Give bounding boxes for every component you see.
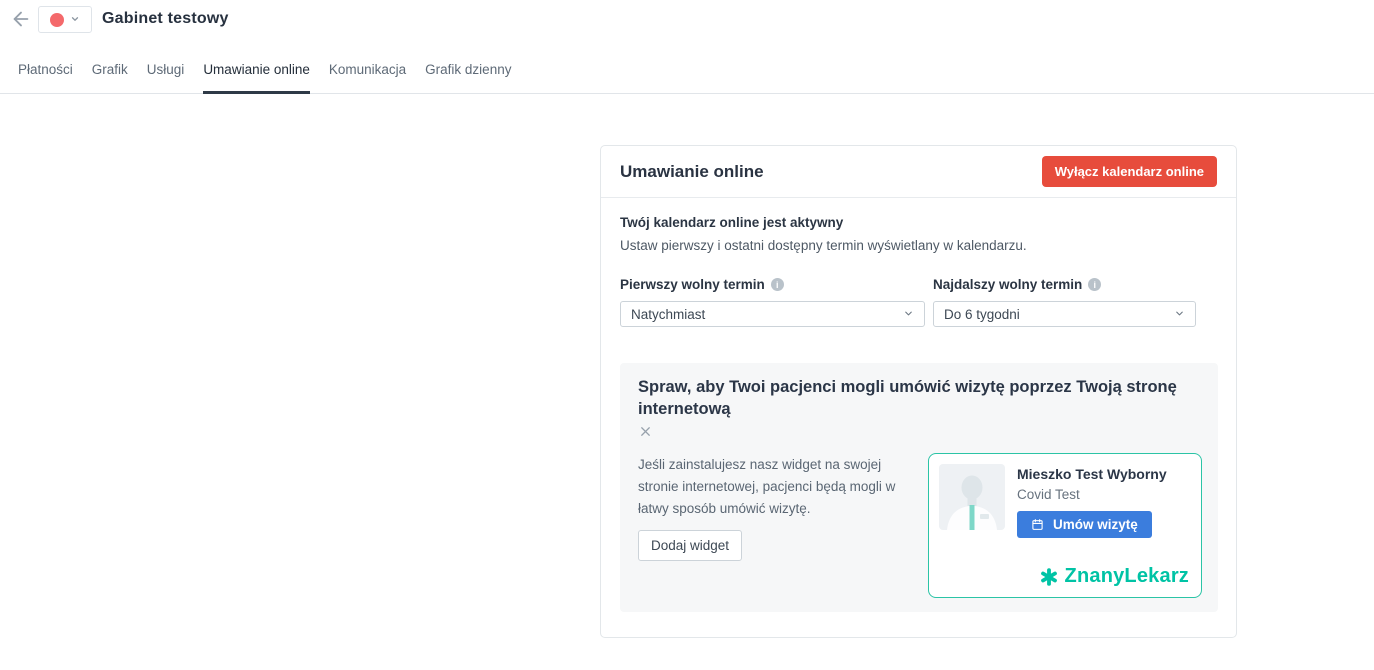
widget-doctor-info: Mieszko Test Wyborny Covid Test Umów wiz… <box>1017 464 1167 538</box>
book-visit-label: Umów wizytę <box>1053 517 1138 532</box>
tab-grafik[interactable]: Grafik <box>92 52 128 94</box>
close-icon[interactable] <box>638 424 653 439</box>
first-slot-select[interactable]: Natychmiast <box>620 301 925 327</box>
calendar-status-heading: Twój kalendarz online jest aktywny <box>620 215 1217 230</box>
first-slot-label: Pierwszy wolny termin <box>620 277 925 292</box>
back-button[interactable] <box>9 9 33 33</box>
tab-grafik-dzienny[interactable]: Grafik dzienny <box>425 52 511 94</box>
last-slot-field: Najdalszy wolny termin Do 6 tygodni <box>933 277 1196 327</box>
chevron-down-icon <box>70 11 80 29</box>
promo-heading: Spraw, aby Twoi pacjenci mogli umówić wi… <box>638 376 1183 420</box>
tab-platnosci[interactable]: Płatności <box>18 52 73 94</box>
brand-name: ZnanyLekarz <box>1065 565 1189 588</box>
arrow-left-icon <box>10 8 32 35</box>
calendar-icon <box>1031 518 1044 531</box>
tab-bar: Płatności Grafik Usługi Umawianie online… <box>0 52 1374 94</box>
last-slot-label: Najdalszy wolny termin <box>933 277 1196 292</box>
last-slot-select[interactable]: Do 6 tygodni <box>933 301 1196 327</box>
tab-uslugi[interactable]: Usługi <box>147 52 185 94</box>
znanylekarz-asterisk-icon <box>1038 566 1060 588</box>
page-title: Gabinet testowy <box>102 10 229 28</box>
panel-header: Umawianie online Wyłącz kalendarz online <box>601 146 1236 198</box>
disable-online-calendar-button[interactable]: Wyłącz kalendarz online <box>1042 156 1217 187</box>
brand-logo: ZnanyLekarz <box>1038 565 1189 588</box>
calendar-status-description: Ustaw pierwszy i ostatni dostępny termin… <box>620 238 1217 253</box>
chevron-down-icon <box>1174 307 1185 322</box>
book-visit-button[interactable]: Umów wizytę <box>1017 511 1152 538</box>
tab-komunikacja[interactable]: Komunikacja <box>329 52 406 94</box>
doctor-name: Mieszko Test Wyborny <box>1017 466 1167 482</box>
widget-promo-box: Spraw, aby Twoi pacjenci mogli umówić wi… <box>620 363 1218 612</box>
add-widget-button[interactable]: Dodaj widget <box>638 530 742 561</box>
first-slot-field: Pierwszy wolny termin Natychmiast <box>620 277 925 327</box>
widget-preview-card: Mieszko Test Wyborny Covid Test Umów wiz… <box>928 453 1202 598</box>
panel-title: Umawianie online <box>620 162 764 182</box>
top-bar: Gabinet testowy <box>0 0 1374 44</box>
promo-description: Jeśli zainstalujesz nasz widget na swoje… <box>638 454 920 520</box>
first-slot-label-text: Pierwszy wolny termin <box>620 277 765 292</box>
tab-umawianie-online[interactable]: Umawianie online <box>203 52 310 94</box>
first-slot-value: Natychmiast <box>631 307 705 322</box>
doctor-avatar <box>939 464 1005 530</box>
chevron-down-icon <box>903 307 914 322</box>
info-icon[interactable] <box>1088 278 1101 291</box>
info-icon[interactable] <box>771 278 784 291</box>
widget-doctor-row: Mieszko Test Wyborny Covid Test Umów wiz… <box>939 464 1191 538</box>
practice-switcher[interactable] <box>38 6 92 33</box>
last-slot-label-text: Najdalszy wolny termin <box>933 277 1082 292</box>
panel-body: Twój kalendarz online jest aktywny Ustaw… <box>601 198 1236 612</box>
slot-settings-row: Pierwszy wolny termin Natychmiast Najdal… <box>620 277 1217 327</box>
online-booking-panel: Umawianie online Wyłącz kalendarz online… <box>600 145 1237 638</box>
doctor-service: Covid Test <box>1017 487 1167 502</box>
practice-color-dot <box>50 13 64 27</box>
last-slot-value: Do 6 tygodni <box>944 307 1020 322</box>
